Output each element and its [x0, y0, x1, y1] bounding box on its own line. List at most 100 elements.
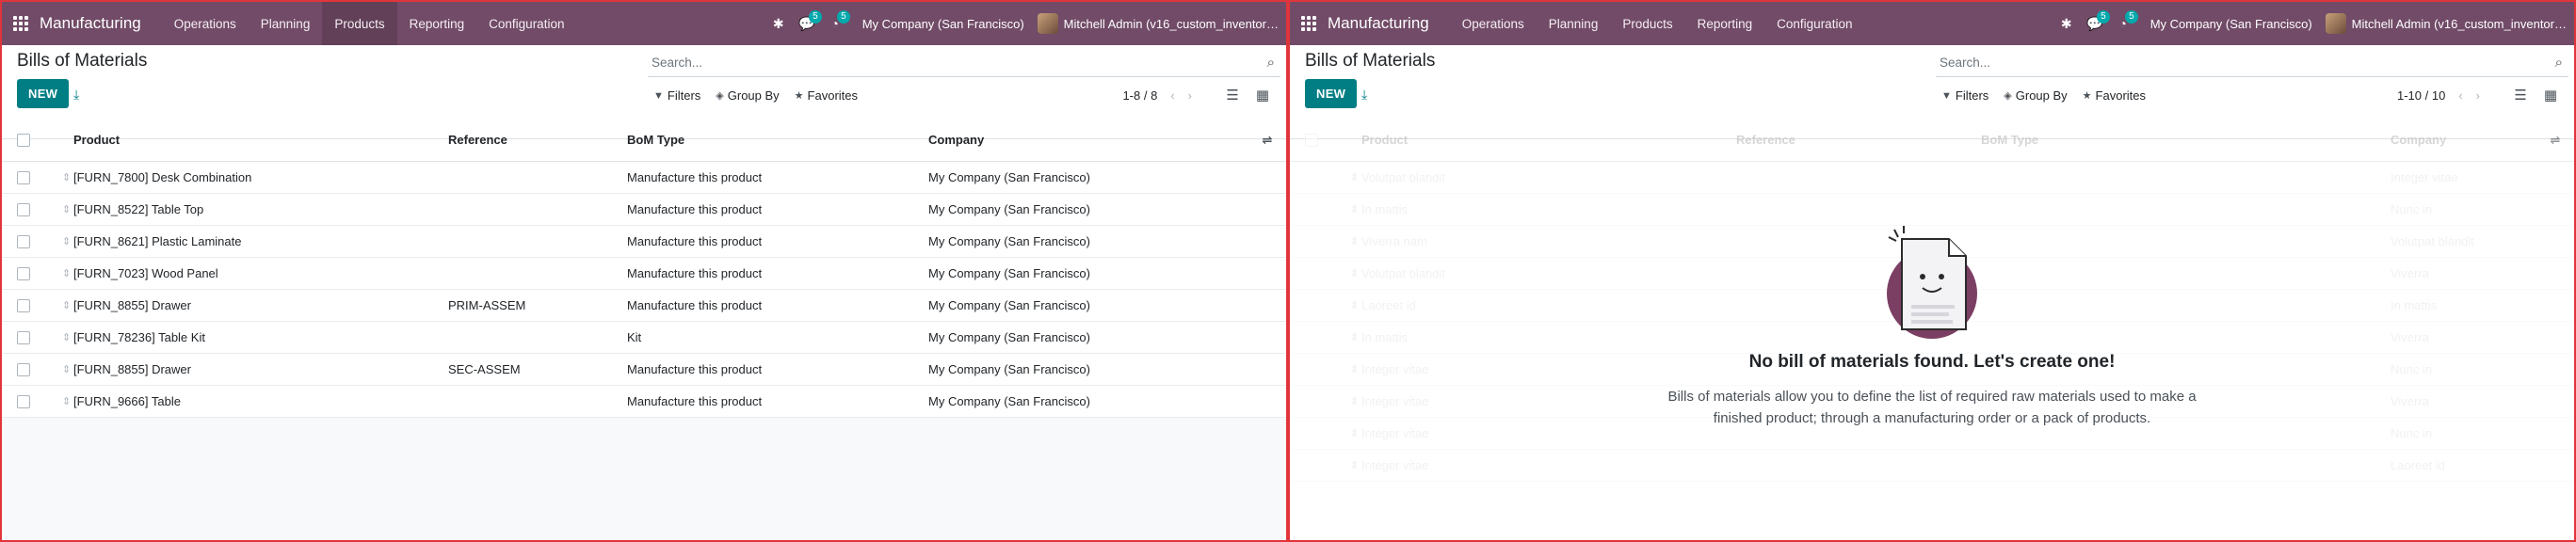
list-view-icon[interactable]: ☰	[1226, 87, 1238, 104]
activities-badge: 5	[837, 10, 850, 24]
favorites-toggle[interactable]: ★ Favorites	[795, 88, 858, 103]
row-checkbox[interactable]	[17, 202, 30, 216]
favorites-toggle[interactable]: ★ Favorites	[2083, 88, 2146, 103]
cell-product: [FURN_7800] Desk Combination	[73, 170, 252, 184]
groupby-toggle[interactable]: ◈ Group By	[716, 88, 779, 103]
list-header: Product Reference BoM Type Company ⇌	[1290, 119, 2574, 162]
company-switcher[interactable]: My Company (San Francisco)	[849, 17, 1038, 31]
list-view-icon[interactable]: ☰	[2514, 87, 2526, 104]
menu-products[interactable]: Products	[1610, 2, 1684, 45]
clock-icon[interactable]: ◔ 5	[2109, 2, 2138, 45]
drag-handle-icon[interactable]: ⇕	[47, 395, 73, 407]
apps-grid-icon[interactable]	[1301, 16, 1316, 31]
company-switcher[interactable]: My Company (San Francisco)	[2137, 17, 2326, 31]
drag-handle-icon[interactable]: ⇕	[47, 171, 73, 183]
table-row[interactable]: ⇕ [FURN_8621] Plastic Laminate Manufacture…	[2, 226, 1286, 258]
kanban-view-icon[interactable]: ▦	[2544, 87, 2557, 104]
download-icon[interactable]: ⤓	[73, 87, 79, 103]
menu-planning[interactable]: Planning	[1537, 2, 1611, 45]
apps-grid-icon[interactable]	[13, 16, 28, 31]
groupby-toggle[interactable]: ◈ Group By	[2004, 88, 2067, 103]
drag-handle-icon[interactable]: ⇕	[47, 331, 73, 343]
kanban-view-icon[interactable]: ▦	[1256, 87, 1269, 104]
bom-list: Product Reference BoM Type Company ⇌ ⇕ [F…	[2, 119, 1286, 418]
cell-reference: PRIM-ASSEM	[448, 298, 526, 312]
bug-icon[interactable]: ✱	[2053, 2, 2081, 45]
cell-bom-type: Manufacture this product	[627, 202, 763, 216]
drag-handle-icon[interactable]: ⇕	[47, 203, 73, 215]
drag-handle-icon[interactable]: ⇕	[47, 267, 73, 279]
sliders-icon[interactable]: ⇌	[2536, 133, 2574, 148]
right-pane: Manufacturing Operations Planning Produc…	[1288, 0, 2576, 542]
search-icon[interactable]: ⌕	[2555, 55, 2563, 71]
chat-icon[interactable]: 💬 5	[793, 2, 822, 45]
row-checkbox[interactable]	[17, 170, 30, 184]
list-empty-area	[2, 418, 1286, 540]
table-row[interactable]: ⇕ [FURN_8855] Drawer SEC-ASSEM Manufacture …	[2, 354, 1286, 386]
sliders-icon[interactable]: ⇌	[1248, 133, 1286, 148]
pager-value[interactable]: 1-10 / 10	[2397, 88, 2445, 103]
column-company[interactable]: Company	[928, 133, 1248, 147]
chat-icon[interactable]: 💬 5	[2081, 2, 2110, 45]
menu-operations[interactable]: Operations	[162, 2, 249, 45]
sample-row: ⇕ Volutpat blandit Integer vitae	[1290, 162, 2574, 194]
menu-configuration[interactable]: Configuration	[1764, 2, 1864, 45]
search-placeholder: Search...	[1940, 56, 1991, 70]
cell-bom-type: Manufacture this product	[627, 170, 763, 184]
search-options: ▼ Filters ◈ Group By ★ Favorites	[653, 88, 858, 103]
search-input[interactable]: Search... ⌕	[648, 51, 1280, 77]
star-icon: ★	[2082, 90, 2092, 102]
menu-products[interactable]: Products	[322, 2, 397, 45]
pager-previous-icon[interactable]: ‹	[1170, 88, 1174, 103]
search-placeholder: Search...	[652, 56, 703, 70]
cell-bom-type: Manufacture this product	[627, 234, 763, 248]
cell-company: My Company (San Francisco)	[928, 298, 1090, 312]
row-checkbox[interactable]	[17, 266, 30, 280]
cell-product: [FURN_9666] Table	[73, 394, 181, 408]
cell-product: Integer vitae	[1361, 458, 1429, 472]
pager-next-icon[interactable]: ›	[1188, 88, 1192, 103]
row-checkbox[interactable]	[17, 330, 30, 344]
new-button[interactable]: NEW	[17, 79, 70, 108]
app-name[interactable]: Manufacturing	[40, 14, 141, 33]
row-checkbox[interactable]	[17, 394, 30, 408]
user-menu[interactable]: Mitchell Admin (v16_custom_inventor…	[1037, 13, 1279, 34]
user-name: Mitchell Admin (v16_custom_inventor…	[2351, 16, 2567, 31]
table-row[interactable]: ⇕ [FURN_8522] Table Top Manufacture this p…	[2, 194, 1286, 226]
menu-planning[interactable]: Planning	[249, 2, 323, 45]
download-icon[interactable]: ⤓	[1361, 87, 1367, 103]
menu-reporting[interactable]: Reporting	[1685, 2, 1765, 45]
row-checkbox[interactable]	[17, 234, 30, 248]
menu-configuration[interactable]: Configuration	[476, 2, 576, 45]
menu-operations[interactable]: Operations	[1450, 2, 1537, 45]
avatar	[2325, 13, 2346, 34]
filters-toggle[interactable]: ▼ Filters	[653, 88, 700, 103]
table-row[interactable]: ⇕ [FURN_7023] Wood Panel Manufacture this …	[2, 258, 1286, 290]
filters-toggle[interactable]: ▼ Filters	[1941, 88, 1988, 103]
menu-reporting[interactable]: Reporting	[397, 2, 477, 45]
column-bom-type[interactable]: BoM Type	[627, 133, 928, 147]
table-row[interactable]: ⇕ [FURN_8855] Drawer PRIM-ASSEM Manufacture…	[2, 290, 1286, 322]
pager-previous-icon[interactable]: ‹	[2458, 88, 2462, 103]
column-product[interactable]: Product	[73, 133, 448, 147]
row-checkbox[interactable]	[17, 298, 30, 312]
drag-handle-icon[interactable]: ⇕	[47, 363, 73, 375]
pager-next-icon[interactable]: ›	[2476, 88, 2480, 103]
table-row[interactable]: ⇕ [FURN_9666] Table Manufacture this produ…	[2, 386, 1286, 418]
column-reference[interactable]: Reference	[448, 133, 627, 147]
app-name[interactable]: Manufacturing	[1328, 14, 1429, 33]
drag-handle-icon[interactable]: ⇕	[47, 235, 73, 247]
bug-icon[interactable]: ✱	[765, 2, 793, 45]
cell-company: My Company (San Francisco)	[928, 266, 1090, 280]
search-input[interactable]: Search... ⌕	[1936, 51, 2568, 77]
row-checkbox[interactable]	[17, 362, 30, 376]
pager-value[interactable]: 1-8 / 8	[1122, 88, 1157, 103]
clock-icon[interactable]: ◔ 5	[821, 2, 850, 45]
drag-handle-icon[interactable]: ⇕	[47, 299, 73, 311]
table-row[interactable]: ⇕ [FURN_78236] Table Kit Kit My Company (Sa…	[2, 322, 1286, 354]
select-all-checkbox[interactable]	[17, 133, 30, 147]
user-menu[interactable]: Mitchell Admin (v16_custom_inventor…	[2325, 13, 2567, 34]
table-row[interactable]: ⇕ [FURN_7800] Desk Combination Manufacture…	[2, 162, 1286, 194]
new-button[interactable]: NEW	[1305, 79, 1358, 108]
search-icon[interactable]: ⌕	[1267, 55, 1275, 71]
